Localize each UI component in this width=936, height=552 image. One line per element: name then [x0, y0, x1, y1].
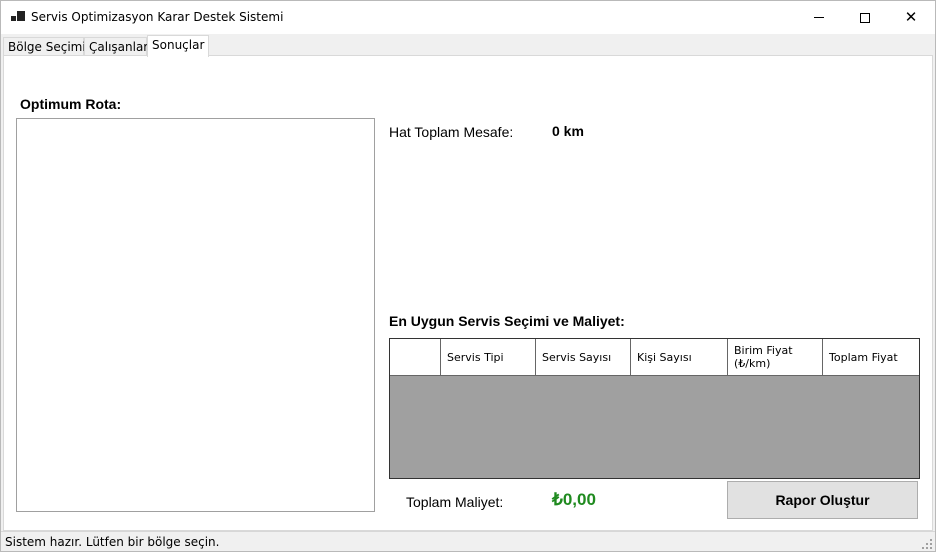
window-title: Servis Optimizasyon Karar Destek Sistemi: [31, 10, 284, 24]
results-tab-page: Optimum Rota: Hat Toplam Mesafe: 0 km En…: [3, 55, 933, 531]
grid-header: Servis Tipi Servis Sayısı Kişi Sayısı Bi…: [390, 339, 919, 376]
tab-calisanlar[interactable]: Çalışanlar: [84, 37, 148, 56]
tab-bolge-secimi[interactable]: Bölge Seçimi: [3, 37, 86, 56]
total-cost-value: ₺0,00: [552, 490, 596, 509]
column-header-servis-tipi[interactable]: Servis Tipi: [441, 339, 536, 375]
status-text: Sistem hazır. Lütfen bir bölge seçin.: [5, 535, 220, 549]
app-window: Servis Optimizasyon Karar Destek Sistemi…: [0, 0, 936, 552]
column-header-servis-sayisi[interactable]: Servis Sayısı: [536, 339, 631, 375]
column-header-toplam-fiyat[interactable]: Toplam Fiyat: [823, 339, 919, 375]
resize-grip-icon[interactable]: [922, 539, 932, 549]
close-button[interactable]: ✕: [888, 1, 934, 34]
minimize-button[interactable]: [796, 1, 842, 34]
column-header-kisi-sayisi[interactable]: Kişi Sayısı: [631, 339, 728, 375]
app-icon: [11, 11, 25, 23]
create-report-button[interactable]: Rapor Oluştur: [727, 481, 918, 519]
distance-value: 0 km: [552, 123, 584, 139]
column-header-birim-fiyat[interactable]: Birim Fiyat (₺/km): [728, 339, 823, 375]
tab-sonuclar[interactable]: Sonuçlar: [147, 35, 209, 57]
total-cost-label: Toplam Maliyet:: [406, 494, 504, 510]
status-bar: Sistem hazır. Lütfen bir bölge seçin.: [1, 531, 935, 551]
route-listbox[interactable]: [16, 118, 375, 512]
minimize-icon: [814, 17, 824, 18]
close-icon: ✕: [904, 8, 918, 26]
title-bar[interactable]: Servis Optimizasyon Karar Destek Sistemi…: [1, 1, 935, 34]
service-cost-grid[interactable]: Servis Tipi Servis Sayısı Kişi Sayısı Bi…: [389, 338, 920, 479]
maximize-button[interactable]: [842, 1, 888, 34]
service-selection-label: En Uygun Servis Seçimi ve Maliyet:: [389, 313, 625, 329]
route-label: Optimum Rota:: [20, 96, 122, 112]
distance-label: Hat Toplam Mesafe:: [389, 124, 514, 140]
row-header-cell[interactable]: [390, 339, 441, 375]
maximize-icon: [860, 12, 870, 23]
